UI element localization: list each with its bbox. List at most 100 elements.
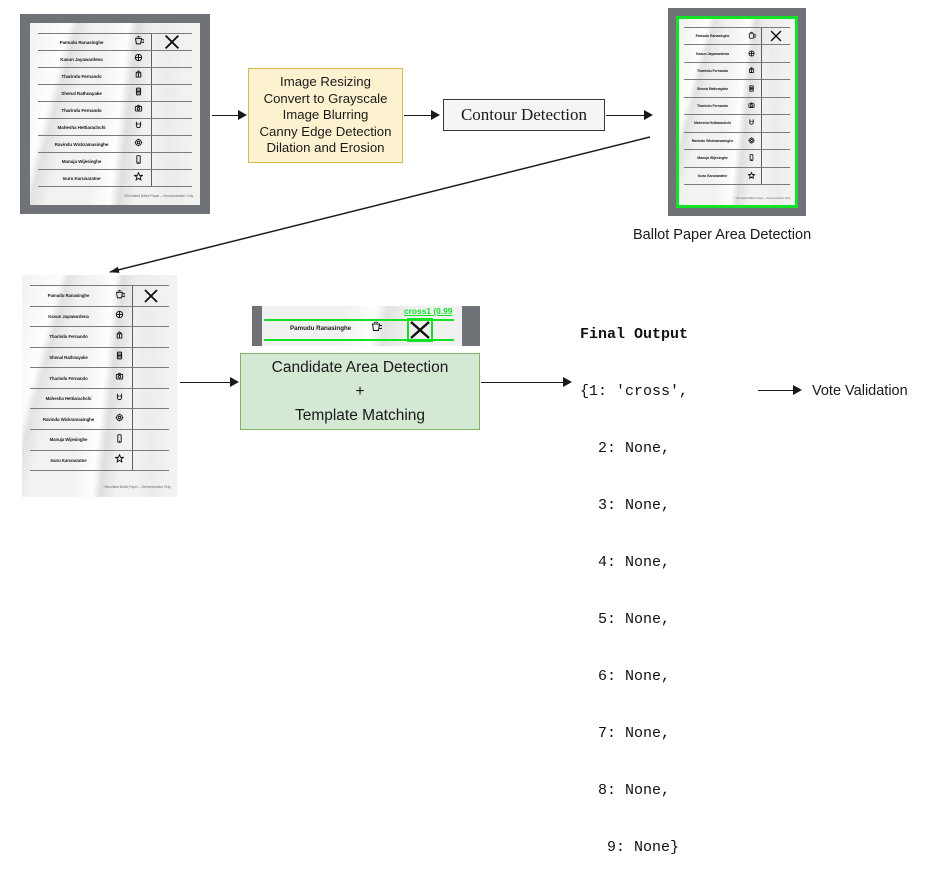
ballot-mark-x-icon xyxy=(770,30,782,42)
ballot-candidate-name: Mahesha Hettiarachchi xyxy=(57,124,106,130)
ballot-paper-detected: Pamudu Ranasinghe Kasun Jayawardena Tharin… xyxy=(676,16,798,208)
ballot-symbol-camera-icon xyxy=(741,98,761,114)
ballot-mark-cell xyxy=(151,119,192,135)
ballot-row: Isuru Karunaratne xyxy=(38,169,192,186)
preprocessing-box: Image Resizing Convert to Grayscale Imag… xyxy=(248,68,403,163)
ballot-rows-detected: Pamudu Ranasinghe Kasun Jayawardena Tharin… xyxy=(679,19,795,205)
ballot-mark-cell xyxy=(132,450,169,471)
ballot-symbol-magnet-icon xyxy=(741,115,761,131)
ballot-mark-cell xyxy=(151,85,192,101)
ballot-candidate-name: Ravindu Wickramasinghe xyxy=(691,138,734,143)
ballot-candidate-name: Tharindu Fernando xyxy=(61,107,102,113)
ballot-bottom-rule xyxy=(684,183,790,185)
ballot-row: Shenal Rathnayake xyxy=(684,79,790,97)
ballot-candidate-name: Shenal Rathnayake xyxy=(49,354,88,360)
ballot-symbol-phone-icon xyxy=(741,150,761,166)
ballot-symbol-lantern-icon xyxy=(741,63,761,79)
ballot-mark-cell xyxy=(132,388,169,409)
ballot-mark-cell xyxy=(151,102,192,118)
ballot-area-detection-caption: Ballot Paper Area Detection xyxy=(633,227,812,243)
ballot-row: Isuru Karunaratne xyxy=(30,449,169,471)
cropped-ballot-image: Pamudu Ranasinghe Kasun Jayawardena Tharin… xyxy=(22,275,177,497)
preprocess-line-5: Dilation and Erosion xyxy=(266,140,385,156)
ballot-symbol-wheel-icon xyxy=(107,308,132,324)
final-output-line-3: 3: None, xyxy=(580,497,671,514)
ballot-bottom-rule xyxy=(38,186,192,187)
ballot-candidate-name: Pamudu Ranasinghe xyxy=(59,39,104,45)
ballot-symbol-lantern-icon xyxy=(125,68,151,84)
ballot-candidate-name: Tharindu Fernando xyxy=(49,375,88,381)
ballot-candidate-name: Isuru Karunaratne xyxy=(62,175,101,181)
ballot-footnote: *Simulated Ballot Paper – Demonstration … xyxy=(123,194,194,198)
ballot-row: Isuru Karunaratne xyxy=(684,166,790,184)
ballot-candidate-name: Isuru Karunaratne xyxy=(697,173,728,178)
ballot-row: Ravindu Wickramasinghe xyxy=(38,135,192,152)
ballot-row: Kasun Jayawardena xyxy=(684,44,790,62)
final-output-line-8: 8: None, xyxy=(580,782,671,799)
ballot-candidate-name: Manuja Wijesinghe xyxy=(61,158,102,164)
final-output-line-1: {1: 'cross', xyxy=(580,383,689,400)
ballot-symbol-phone-icon xyxy=(125,153,151,169)
final-output-title: Final Output xyxy=(580,326,689,343)
ballot-candidate-name: Manuja Wijesinghe xyxy=(697,156,728,161)
arrow-cropped-to-candidate xyxy=(180,382,232,383)
ballot-row: Pamudu Ranasinghe xyxy=(30,285,169,306)
ballot-row: Kasun Jayawardena xyxy=(30,305,169,327)
arrow-input-to-preprocess xyxy=(212,115,239,116)
ballot-mark-cell xyxy=(132,347,169,368)
template-match-detail-image: Pamudu Ranasinghe cross1 (0.99 xyxy=(252,306,480,346)
ballot-mark-cell xyxy=(132,429,169,450)
ballot-mark-cell xyxy=(151,153,192,169)
ballot-mark-cell xyxy=(132,327,169,347)
ballot-mark-cell xyxy=(132,409,169,429)
ballot-symbol-wheel-icon xyxy=(741,46,761,62)
ballot-symbol-book-icon xyxy=(125,85,151,101)
ballot-footnote-detected: *Simulated Ballot Paper – Demonstration … xyxy=(735,197,791,200)
ballot-symbol-phone-icon xyxy=(107,432,132,448)
ballot-mark-cell xyxy=(761,132,790,150)
final-output-line-7: 7: None, xyxy=(580,725,671,742)
ballot-mark-cell xyxy=(761,167,790,184)
ballot-symbol-cup-icon xyxy=(107,288,132,304)
ballot-symbol-magnet-icon xyxy=(107,391,132,407)
ballot-symbol-cup-icon xyxy=(741,28,761,44)
detail-candidate-symbol-cup-icon xyxy=(370,320,383,333)
contour-detection-box: Contour Detection xyxy=(443,99,605,131)
ballot-candidate-name: Ravindu Wickramasinghe xyxy=(54,141,109,147)
ballot-row: Ravindu Wickramasinghe xyxy=(684,131,790,150)
ballot-candidate-name: Kasun Jayawardena xyxy=(48,313,89,319)
ballot-candidate-name: Manuja Wijesinghe xyxy=(49,437,88,443)
ballot-symbol-book-icon xyxy=(741,81,761,97)
ballot-footnote-cropped: *Simulated Ballot Paper – Demonstration … xyxy=(103,485,171,489)
ballot-candidate-name: Tharindu Fernando xyxy=(696,69,729,74)
ballot-mark-cell xyxy=(761,62,790,80)
detected-ballot-image: Pamudu Ranasinghe Kasun Jayawardena Tharin… xyxy=(668,8,806,216)
arrow-head-candidate-to-output xyxy=(563,377,572,387)
ballot-symbol-wheel-icon xyxy=(125,51,151,67)
ballot-row: Pamudu Ranasinghe xyxy=(38,33,192,50)
ballot-mark-x-icon xyxy=(164,34,180,50)
vote-validation-label: Vote Validation xyxy=(812,383,908,399)
ballot-symbol-cup-icon xyxy=(125,34,151,50)
detail-candidate-name: Pamudu Ranasinghe xyxy=(290,325,352,332)
ballot-candidate-name: Kasun Jayawardena xyxy=(696,51,729,56)
ballot-rows-input: Pamudu Ranasinghe Kasun Jayawardena Tharin… xyxy=(30,23,200,205)
ballot-candidate-name: Kasun Jayawardena xyxy=(60,56,103,62)
ballot-row: Tharindu Fernando xyxy=(30,367,169,388)
ballot-mark-cell xyxy=(761,45,790,62)
ballot-paper-cropped: Pamudu Ranasinghe Kasun Jayawardena Tharin… xyxy=(22,275,177,497)
ballot-candidate-name: Shenal Rathnayake xyxy=(696,86,729,91)
arrow-contour-to-detected xyxy=(606,115,646,116)
arrow-candidate-to-output xyxy=(481,382,566,383)
final-output-line-6: 6: None, xyxy=(580,668,671,685)
ballot-row: Tharindu Fernando xyxy=(684,61,790,80)
ballot-row: Tharindu Fernando xyxy=(684,96,790,115)
ballot-row: Mahesha Hettiarachchi xyxy=(30,387,169,409)
contour-detection-label: Contour Detection xyxy=(460,105,588,124)
ballot-mark-cell xyxy=(151,170,192,186)
ballot-row: Manuja Wijesinghe xyxy=(684,149,790,167)
ballot-mark-cell xyxy=(151,51,192,67)
final-output-block: Final Output {1: 'cross', 2: None, 3: No… xyxy=(580,288,688,876)
ballot-symbol-star-icon xyxy=(125,170,151,186)
ballot-candidate-name: Tharindu Fernando xyxy=(49,334,88,340)
